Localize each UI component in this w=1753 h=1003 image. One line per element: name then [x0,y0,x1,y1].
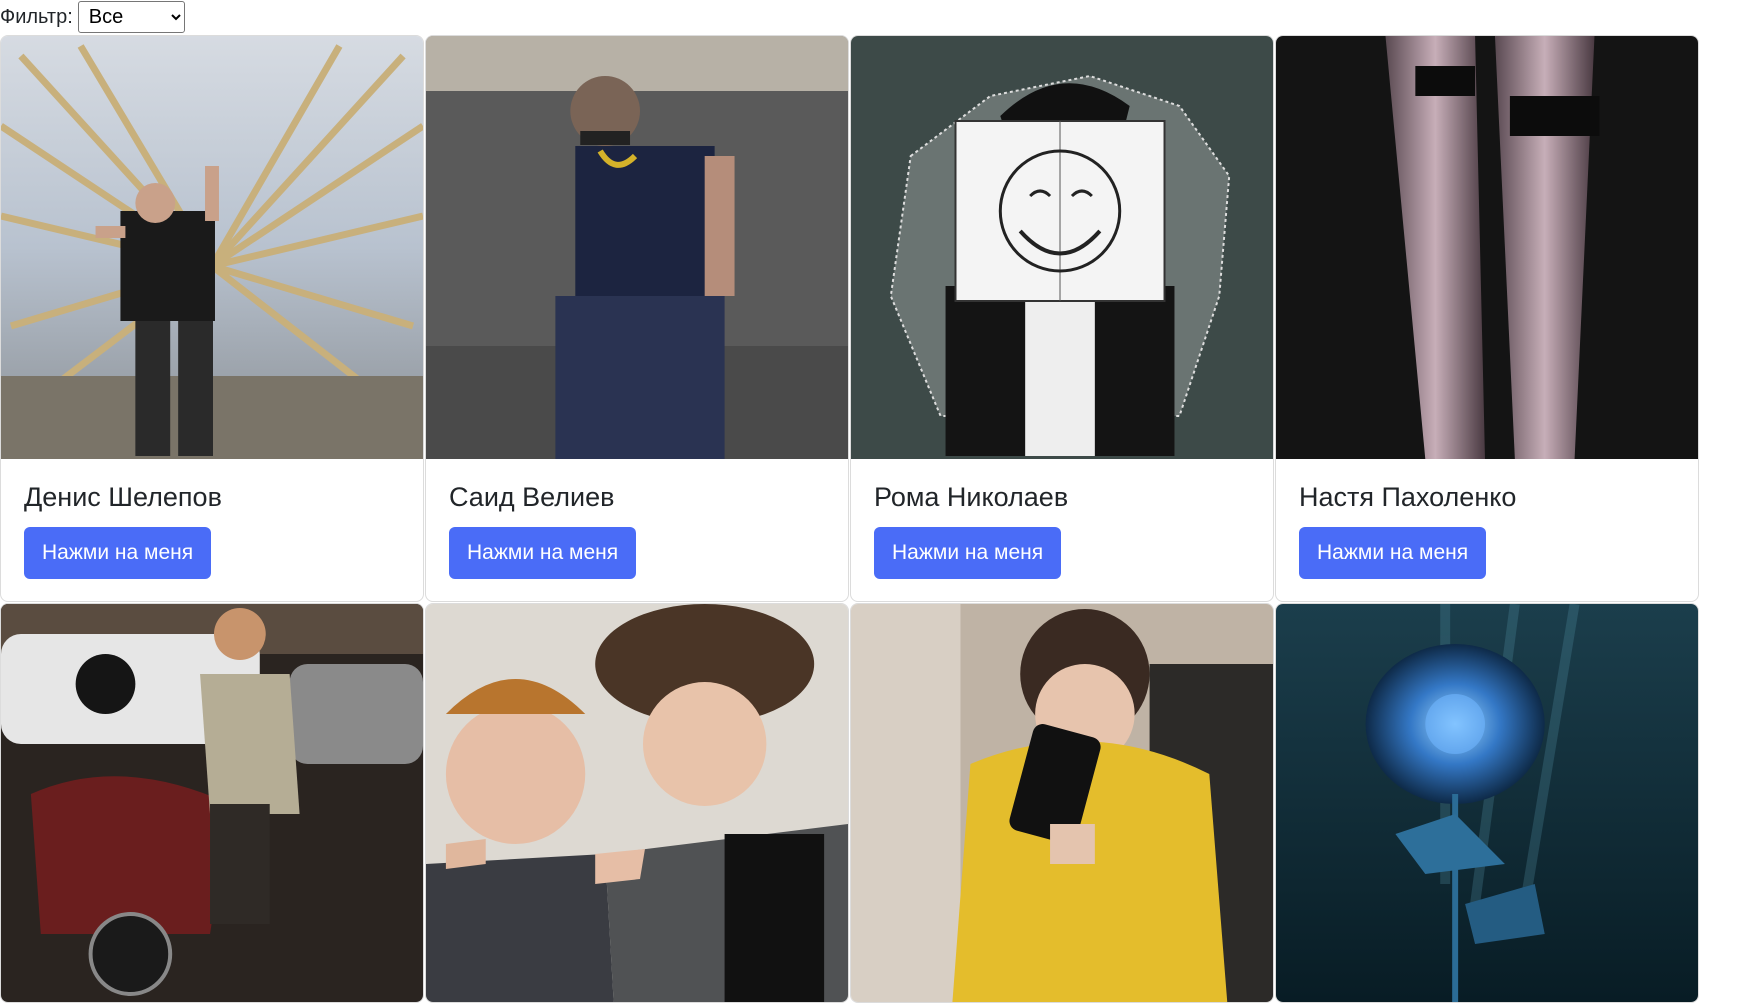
card-title: Настя Пахоленко [1299,482,1517,512]
person-with-wings-photo [1,36,423,459]
profile-card: Настя Пахоленко Нажми на меня [1275,35,1699,602]
profile-card [0,603,424,1003]
card-grid: Денис Шелепов Нажми на меня Саид Велиев … [0,35,1700,1003]
abstract-legs-painting [1276,36,1698,459]
two-people-pointing-photo [426,604,848,1002]
profile-card: Саид Велиев Нажми на меня [425,35,849,602]
mirror-selfie-photo [851,604,1273,1002]
press-me-button[interactable]: Нажми на меня [1299,527,1487,580]
blue-rose-art-image [1276,604,1698,1002]
profile-card [425,603,849,1003]
profile-card [850,603,1274,1003]
person-on-motorcycle-photo [1,604,423,1002]
filter-bar: Фильтр: Все [0,0,185,34]
press-me-button[interactable]: Нажми на меня [24,527,212,580]
profile-card [1275,603,1699,1003]
press-me-button[interactable]: Нажми на меня [449,527,637,580]
filter-select[interactable]: Все [77,1,185,33]
profile-card: Рома Николаев Нажми на меня [850,35,1274,602]
card-title: Денис Шелепов [24,482,222,512]
card-title: Рома Николаев [874,482,1069,512]
profile-card: Денис Шелепов Нажми на меня [0,35,424,602]
person-on-sofa-photo [426,36,848,459]
card-title: Саид Велиев [449,482,615,512]
press-me-button[interactable]: Нажми на меня [874,527,1062,580]
anime-drawing-image [851,36,1273,459]
filter-label: Фильтр: [0,5,73,28]
